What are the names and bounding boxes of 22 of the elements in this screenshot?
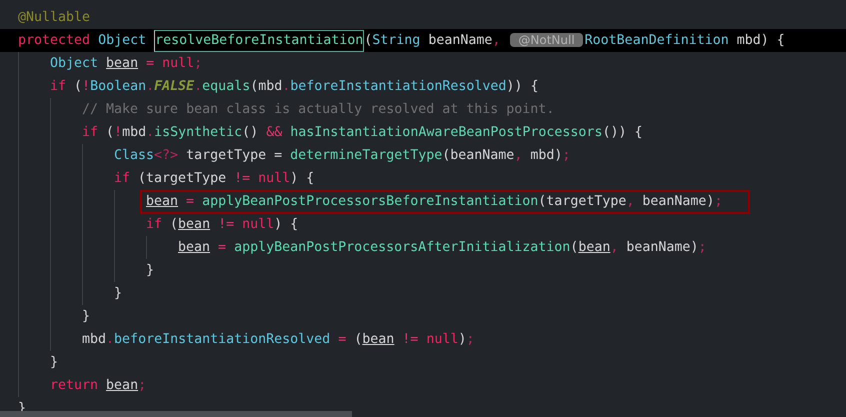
code-text: } (50, 355, 58, 370)
horizontal-scrollbar[interactable] (0, 411, 352, 417)
code-text: RootBeanDefinition mbd) { (584, 33, 785, 48)
code-text: } (114, 286, 122, 301)
code-text: if (!mbd.isSynthetic() && hasInstantiationAwareBeanPostProcessors()) { (82, 125, 642, 140)
inlay-hint: @NotNull (510, 33, 583, 47)
code-text: mbd.beforeInstantiationResolved = (bean != null); (82, 332, 474, 347)
code-text: } (146, 263, 154, 278)
code-text: if (!Boolean.FALSE.equals(mbd.beforeInstantiationResolved)) { (50, 79, 538, 94)
code-text: (String beanName, (364, 33, 500, 48)
code-text: return bean; (50, 378, 146, 393)
code-text: @Nullable (18, 10, 90, 25)
code-text: bean = applyBeanPostProcessorsAfterInitialization(bean, beanName); (178, 240, 706, 255)
code-text: bean = applyBeanPostProcessorsBeforeInstantiation(targetType, beanName); (146, 194, 722, 208)
code-text: // Make sure bean class is actually resolved at this point. (82, 102, 554, 117)
highlighted-identifier: resolveBeforeInstantiation (154, 30, 364, 52)
code-text: } (82, 309, 90, 324)
code-text: if (targetType != null) { (114, 171, 314, 186)
code-text: Object bean = null; (50, 56, 202, 71)
code-text: protected Object (18, 33, 148, 48)
code-text: Class<?> targetType = determineTargetType(beanName, mbd); (114, 148, 570, 163)
code-text: if (bean != null) { (146, 217, 298, 232)
